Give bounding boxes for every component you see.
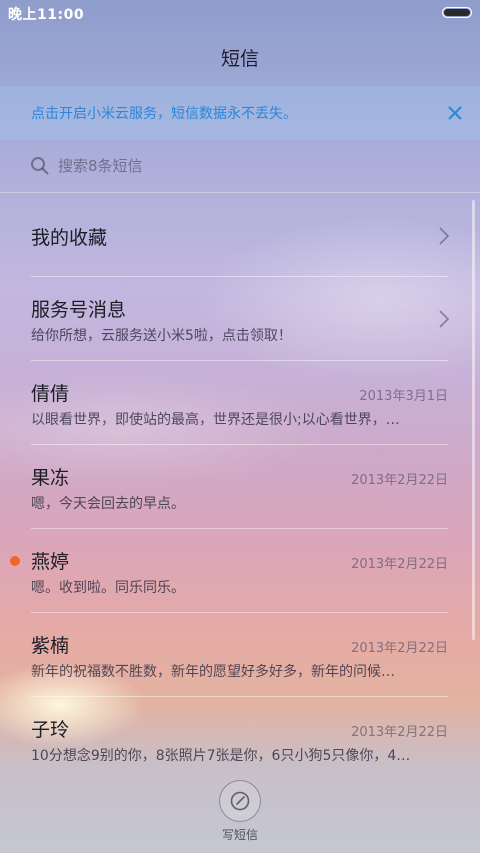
- message-date: 2013年2月22日: [351, 725, 448, 740]
- scrollbar[interactable]: [472, 200, 475, 640]
- contact-name: 子玲: [31, 719, 70, 741]
- search-bar[interactable]: [0, 140, 480, 192]
- compose-button[interactable]: [219, 780, 261, 822]
- favorites-item[interactable]: 我的收藏: [0, 193, 480, 277]
- message-snippet: 10分想念9别的你，8张照片7张是你，6只小狗5只像你，4…: [31, 748, 411, 764]
- contact-name: 倩倩: [31, 383, 70, 405]
- list-item-title: 我的收藏: [31, 227, 108, 249]
- sms-screen: 晚上11:00 短信 点击开启小米云服务，短信数据永不丢失。 我的收藏: [0, 0, 480, 853]
- message-date: 2013年3月1日: [359, 389, 448, 404]
- compose-icon: [230, 791, 250, 811]
- search-icon: [30, 156, 50, 176]
- chevron-right-icon: [438, 309, 450, 329]
- message-date: 2013年2月22日: [351, 557, 448, 572]
- title-bar: 短信: [0, 28, 480, 86]
- compose-area: 写短信: [0, 775, 480, 853]
- contact-name: 紫楠: [31, 635, 70, 657]
- status-time: 晚上11:00: [8, 7, 85, 23]
- message-snippet: 嗯，今天会回去的早点。: [31, 496, 185, 512]
- compose-label[interactable]: 写短信: [0, 826, 480, 843]
- conversation-item[interactable]: 燕婷 2013年2月22日 嗯。收到啦。同乐同乐。: [0, 529, 480, 613]
- page-title: 短信: [220, 47, 259, 70]
- conversation-item[interactable]: 紫楠 2013年2月22日 新年的祝福数不胜数，新年的愿望好多好多，新年的问候…: [0, 613, 480, 697]
- message-snippet: 以眼看世界，即使站的最高，世界还是很小;以心看世界，…: [31, 412, 400, 428]
- contact-name: 果冻: [31, 467, 70, 489]
- conversation-item[interactable]: 子玲 2013年2月22日 10分想念9别的你，8张照片7张是你，6只小狗5只像…: [0, 697, 480, 781]
- battery-icon: [442, 7, 472, 18]
- status-bar: 晚上11:00: [0, 0, 480, 28]
- list-item-snippet: 给你所想，云服务送小米5啦，点击领取！: [31, 328, 292, 344]
- search-input[interactable]: [58, 154, 438, 178]
- chevron-right-icon: [438, 226, 450, 246]
- close-icon[interactable]: [444, 102, 466, 124]
- message-snippet: 新年的祝福数不胜数，新年的愿望好多好多，新年的问候…: [31, 664, 395, 680]
- cloud-service-banner[interactable]: 点击开启小米云服务，短信数据永不丢失。: [0, 86, 480, 140]
- banner-text[interactable]: 点击开启小米云服务，短信数据永不丢失。: [31, 103, 297, 123]
- list-item-title: 服务号消息: [31, 299, 127, 321]
- unread-dot-icon: [10, 556, 20, 566]
- message-date: 2013年2月22日: [351, 641, 448, 656]
- message-snippet: 嗯。收到啦。同乐同乐。: [31, 580, 185, 596]
- service-messages-item[interactable]: 服务号消息 给你所想，云服务送小米5啦，点击领取！: [0, 277, 480, 361]
- conversation-item[interactable]: 果冻 2013年2月22日 嗯，今天会回去的早点。: [0, 445, 480, 529]
- contact-name: 燕婷: [31, 551, 70, 573]
- conversation-item[interactable]: 倩倩 2013年3月1日 以眼看世界，即使站的最高，世界还是很小;以心看世界，…: [0, 361, 480, 445]
- message-date: 2013年2月22日: [351, 473, 448, 488]
- conversation-list: 我的收藏 服务号消息 给你所想，云服务送小米5啦，点击领取！ 倩倩 2013年3…: [0, 193, 480, 781]
